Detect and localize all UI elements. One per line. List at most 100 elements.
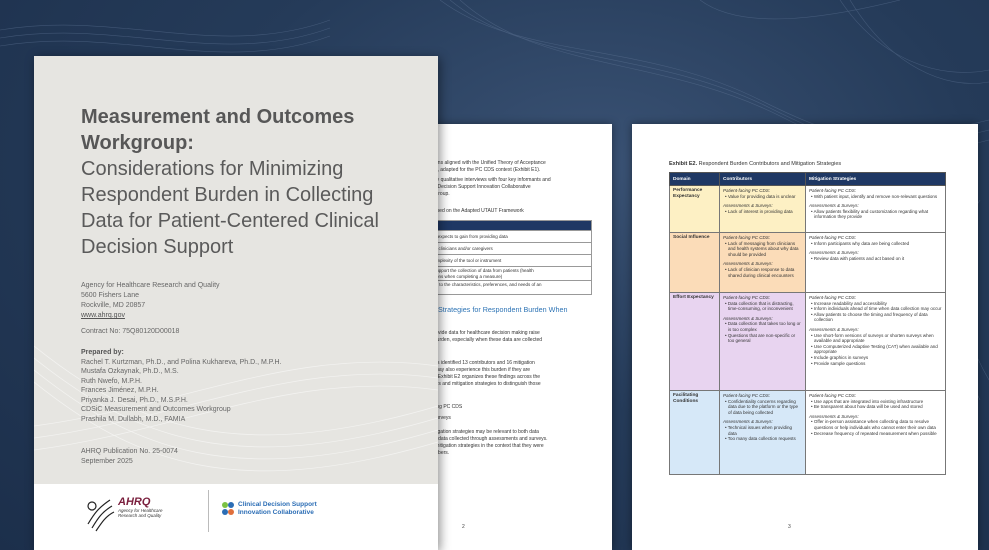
bullet-item: • Allow patients to choose the timing an… bbox=[811, 311, 928, 323]
text-line: cussions identified 13 contributors and … bbox=[420, 360, 535, 366]
table-row: Social Influence Patient-facing PC CDS: … bbox=[669, 232, 946, 293]
body-paragraph: and mitigation strategies may be relevan… bbox=[420, 429, 600, 457]
publication-number: AHRQ Publication No. 25-0074 bbox=[81, 448, 178, 455]
text-line: ented by qualitative interviews with fou… bbox=[420, 177, 551, 183]
exhibit-e2-title: Exhibit E2. Respondent Burden Contributo… bbox=[669, 161, 841, 167]
bullet-item: • Lack of messaging from clinicians and … bbox=[725, 240, 799, 257]
contributors-cell: Patient-facing PC CDS: • Lack of messagi… bbox=[719, 232, 806, 293]
domain-cell: Social Influence bbox=[669, 232, 720, 293]
col-header-mitigation: Mitigation Strategies bbox=[805, 172, 946, 186]
report-page-3: Exhibit E2. Respondent Burden Contributo… bbox=[632, 124, 978, 550]
text-line: vers provide data for healthcare decisio… bbox=[420, 330, 540, 336]
author-line: Ruth Nwefo, M.P.H. bbox=[81, 377, 142, 385]
subtitle-line: Respondent Burden in Collecting bbox=[81, 184, 374, 206]
ahrq-wordmark: AHRQ Agency for Healthcare Research and … bbox=[118, 496, 163, 518]
exhibit-e2-table: Domain Contributors Mitigation Strategie… bbox=[669, 172, 946, 475]
text-line: e domains aligned with the Unified Theor… bbox=[420, 160, 546, 166]
mitigation-cell: Patient-facing PC CDS: • Increase readab… bbox=[805, 292, 946, 391]
bullet-item: • Be transparent about how data will be … bbox=[811, 404, 923, 410]
bullet-item: • Offer in-person assistance when collec… bbox=[811, 419, 936, 430]
bullet-item: s and surveys bbox=[420, 415, 451, 421]
table-row: Facilitating Conditions Patient-facing P… bbox=[669, 390, 946, 475]
intro-paragraph: e domains aligned with the Unified Theor… bbox=[420, 160, 600, 198]
mitigation-cell: Patient-facing PC CDS: • With patient in… bbox=[805, 185, 946, 233]
bullet-item: • Lack of interest in providing data bbox=[725, 208, 793, 214]
cdsic-logo: Clinical Decision Support Innovation Col… bbox=[220, 498, 430, 528]
bullet-item: • Too many data collection requests bbox=[725, 436, 796, 442]
bullet-item: • Provide sample questions bbox=[811, 360, 866, 366]
table-row: Performance Expectancy Patient-facing PC… bbox=[669, 185, 946, 233]
domain-cell: Effort Expectancy bbox=[669, 292, 720, 391]
exhibit-title-text: Respondent Burden Contributors and Mitig… bbox=[697, 161, 842, 167]
bullet-item: • Technical issues when providing data bbox=[725, 424, 793, 436]
ahrq-subtitle: Research and Quality bbox=[118, 513, 162, 518]
prepared-by-label: Prepared by: bbox=[81, 349, 124, 356]
report-title: Measurement and Outcomes Workgroup: Cons… bbox=[81, 104, 421, 260]
ahrq-name: AHRQ bbox=[118, 496, 151, 508]
body-paragraph: cussions identified 13 contributors and … bbox=[420, 360, 600, 388]
table-row: use/complexity of the tool or instrument bbox=[420, 254, 592, 267]
exhibit-label: Exhibit E2. bbox=[669, 161, 698, 167]
bullet-item: • With patient input, identify and remov… bbox=[811, 193, 938, 199]
publication-date: September 2025 bbox=[81, 457, 133, 465]
contributors-cell: Patient-facing PC CDS: • Data collection… bbox=[719, 292, 806, 391]
author-line: CDSiC Measurement and Outcomes Workgroup bbox=[81, 406, 231, 413]
hhs-eagle-icon bbox=[87, 499, 115, 532]
bullet-item: • Review data with patients and act base… bbox=[811, 255, 905, 261]
text-line: patient. Exhibit E2 organizes these find… bbox=[420, 374, 541, 380]
exhibit-e1-caption: ains Based on the Adapted UTAUT Framewor… bbox=[420, 208, 524, 214]
text-line: s Workgroup. bbox=[420, 191, 600, 198]
report-cover-page: Measurement and Outcomes Workgroup: Cons… bbox=[34, 56, 438, 550]
author-line: Prashila M. Dullabh, M.D., FAMIA bbox=[81, 415, 186, 423]
text-line: givers may also experience this burden i… bbox=[420, 367, 531, 373]
bullet-item: • Use Computerized Adaptive Testing (CAT… bbox=[811, 343, 938, 355]
page-number: 2 bbox=[462, 524, 465, 530]
cell-line: ns to support the collection of data fro… bbox=[423, 268, 534, 273]
mitigation-cell: Patient-facing PC CDS: • Inform particip… bbox=[805, 232, 946, 293]
report-page-2: e domains aligned with the Unified Theor… bbox=[420, 124, 612, 550]
publication-info: AHRQ Publication No. 25-0074 September 2… bbox=[81, 447, 178, 466]
text-line: ntributors and mitigation strategies to … bbox=[420, 381, 541, 387]
cdsic-mark-icon bbox=[222, 502, 234, 515]
logo-divider bbox=[208, 490, 209, 532]
table-header: on bbox=[420, 220, 592, 231]
bullet-item: • Confidentiality concerns regarding dat… bbox=[725, 398, 799, 415]
bullet-item: • Value for providing data is unclear bbox=[725, 193, 796, 199]
table-header-row: Domain Contributors Mitigation Strategie… bbox=[669, 172, 946, 186]
agency-city: Rockville, MD 20857 bbox=[81, 302, 146, 309]
agency-street: 5600 Fishers Lane bbox=[81, 292, 139, 299]
text-line: ndent burden, especially when these data… bbox=[420, 337, 543, 343]
prepared-by: Prepared by: Rachel T. Kurtzman, Ph.D., … bbox=[81, 348, 282, 424]
cell-line: specific to the characteristics, prefere… bbox=[423, 282, 542, 287]
agency-website-link[interactable]: www.ahrq.gov bbox=[81, 311, 220, 321]
exhibit-e1-table: on patient expects to gain from providin… bbox=[420, 220, 592, 295]
domain-cell: Facilitating Conditions bbox=[669, 390, 720, 475]
author-line: Rachel T. Kurtzman, Ph.D., and Polina Ku… bbox=[81, 358, 282, 366]
table-row: on with clinicians and/or caregivers bbox=[420, 242, 592, 255]
bullet-item: • Decrease frequency of repeated measure… bbox=[811, 430, 937, 436]
body-paragraph: vers provide data for healthcare decisio… bbox=[420, 330, 600, 344]
domain-cell: Performance Expectancy bbox=[669, 185, 720, 233]
section-heading: Strategies for Respondent Burden When bbox=[438, 305, 568, 314]
author-line: Priyanka J. Desai, Ph.D., M.S.P.H. bbox=[81, 396, 188, 404]
subtitle-line: Data for Patient-Centered Clinical bbox=[81, 210, 379, 232]
mitigation-cell: Patient-facing PC CDS: • Use apps that a… bbox=[805, 390, 946, 475]
bullet-item: • Questions that are non-specific or too… bbox=[725, 332, 796, 344]
ahrq-logo: AHRQ Agency for Healthcare Research and … bbox=[84, 492, 204, 536]
text-line: rs and mitigation strategies in the cont… bbox=[420, 443, 544, 449]
text-line: DS and data collected through assessment… bbox=[420, 436, 548, 442]
col-header-domain: Domain bbox=[669, 172, 720, 186]
author-line: Frances Jiménez, M.P.H. bbox=[81, 387, 159, 394]
bullet-item: • Data collection that is distracting, t… bbox=[725, 300, 794, 312]
col-header-contributors: Contributors bbox=[719, 172, 806, 186]
bullet-item: • Lack of clinician response to data sha… bbox=[725, 266, 795, 278]
table-row: patient expects to gain from providing d… bbox=[420, 230, 592, 243]
title-line: Workgroup: bbox=[81, 132, 194, 154]
bullet-item: ent-facing PC CDS bbox=[420, 404, 463, 410]
contributors-cell: Patient-facing PC CDS: • Confidentiality… bbox=[719, 390, 806, 475]
text-line: up members. bbox=[420, 450, 450, 456]
author-line: Mustafa Ozkaynak, Ph.D., M.S. bbox=[81, 368, 179, 375]
agency-name: Agency for Healthcare Research and Quali… bbox=[81, 282, 220, 289]
table-row: specific to the characteristics, prefere… bbox=[420, 280, 592, 295]
bullet-item: • Use short-form versions of surveys or … bbox=[811, 332, 934, 344]
